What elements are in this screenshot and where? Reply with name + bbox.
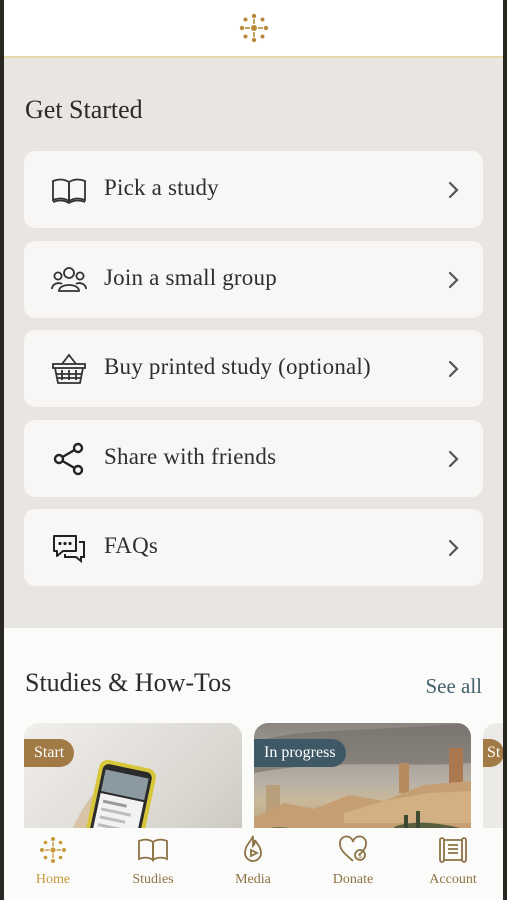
group-icon: [51, 262, 87, 298]
tab-studies-label: Studies: [132, 872, 174, 887]
tab-media[interactable]: Media: [205, 828, 301, 900]
join-group-label: Join a small group: [104, 265, 277, 290]
share-friends-card[interactable]: Share with friends: [24, 420, 483, 497]
chat-bubbles-icon: [51, 530, 87, 566]
faqs-card[interactable]: FAQs: [24, 509, 483, 586]
book-open-icon: [51, 172, 87, 208]
share-icon: [51, 441, 87, 477]
buy-printed-card[interactable]: Buy printed study (optional): [24, 330, 483, 407]
study-badge-in-progress: In progress: [254, 739, 346, 767]
chevron-right-icon: [448, 360, 459, 378]
study-badge-start: Start: [24, 739, 75, 767]
scroll-icon: [439, 837, 467, 863]
pick-study-label: Pick a study: [104, 175, 219, 200]
chevron-right-icon: [448, 271, 459, 289]
top-bar: [4, 0, 503, 58]
tab-donate-label: Donate: [332, 872, 374, 887]
get-started-title: Get Started: [25, 95, 143, 124]
tab-account-label: Account: [429, 872, 477, 887]
buy-printed-label: Buy printed study (optional): [104, 354, 371, 379]
sunburst-logo-icon[interactable]: [236, 10, 272, 46]
faqs-label: FAQs: [104, 533, 159, 558]
tab-studies[interactable]: Studies: [105, 828, 201, 900]
tab-donate[interactable]: $ Donate: [305, 828, 401, 900]
share-friends-label: Share with friends: [104, 444, 277, 469]
tab-account[interactable]: Account: [405, 828, 501, 900]
heart-donate-icon: $: [339, 835, 367, 862]
tab-home-label: Home: [35, 872, 71, 887]
chevron-right-icon: [448, 539, 459, 557]
svg-text:$: $: [358, 852, 362, 860]
app-screen: Get Started Pick a study Join a small gr…: [4, 0, 503, 900]
see-all-link[interactable]: See all: [425, 674, 482, 699]
studies-title: Studies & How-Tos: [25, 668, 232, 697]
join-group-card[interactable]: Join a small group: [24, 241, 483, 318]
pick-study-card[interactable]: Pick a study: [24, 151, 483, 228]
tab-media-label: Media: [235, 872, 271, 887]
chevron-right-icon: [448, 450, 459, 468]
bottom-tab-bar: Home Studies Media $ Donate Account: [4, 828, 503, 900]
study-badge-partial: St: [483, 739, 503, 767]
media-play-icon: [244, 835, 262, 862]
chevron-right-icon: [448, 181, 459, 199]
sunburst-icon: [40, 837, 66, 863]
basket-icon: [51, 351, 87, 387]
book-icon: [138, 838, 168, 862]
tab-home[interactable]: Home: [5, 828, 101, 900]
